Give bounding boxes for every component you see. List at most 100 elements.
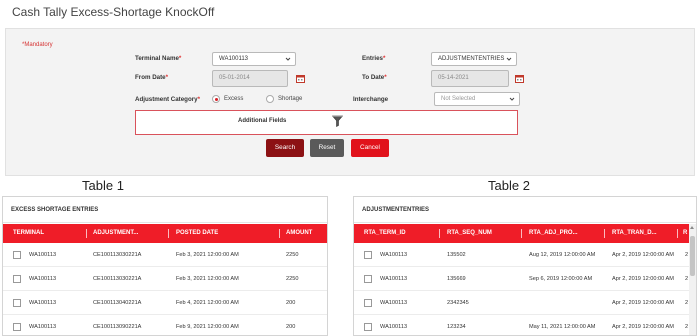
table-row[interactable]: WA100113 CE100113030221A Feb 3, 2021 12:… [3,267,327,291]
chevron-down-icon [509,97,515,101]
table-row[interactable]: WA100113 135669 Sep 6, 2019 12:00:00 AM … [354,267,696,291]
table-row[interactable]: WA100113 135502 Aug 12, 2019 12:00:00 AM… [354,243,696,267]
filter-icon[interactable] [332,115,343,127]
interchange-label: Interchange [353,96,389,103]
column-separator [521,229,522,238]
row-checkbox[interactable] [13,323,21,331]
excess-radio-label: Excess [224,96,244,102]
table-row[interactable]: WA100113 2342345 Apr 2, 2019 12:00:00 AM… [354,291,696,315]
entries-value: ADJUSTMENTENTRIES [438,56,505,62]
table-row[interactable]: WA100113 CE100113030221A Feb 3, 2021 12:… [3,243,327,267]
scrollbar-thumb[interactable] [690,236,695,276]
column-header-rta-term-id[interactable]: RTA_TERM_ID [364,224,406,243]
cell-posted-date: Feb 9, 2021 12:00:00 AM [176,324,239,330]
cell-amount: 2250 [286,252,299,258]
entries-label: Entries* [362,55,386,62]
cell-terminal: WA100113 [29,300,57,306]
cell-r: 2 [685,324,689,330]
cancel-button[interactable]: Cancel [351,139,389,157]
column-header-rta-seq-num[interactable]: RTA_SEQ_NUM [447,224,492,243]
row-checkbox[interactable] [364,275,372,283]
to-date-label: To Date* [362,74,387,81]
interchange-select[interactable]: Not Selected [434,92,520,106]
reset-button[interactable]: Reset [310,139,344,157]
scroll-up-arrow-icon[interactable] [690,226,694,229]
cell-rta-tran-d: Apr 2, 2019 12:00:00 AM [612,324,674,330]
calendar-icon[interactable] [515,74,524,83]
cell-terminal: WA100113 [29,252,57,258]
cell-rta-term-id: WA100113 [380,252,408,258]
adjustment-entries-table: ADJUSTMENTENTRIES RTA_TERM_ID RTA_SEQ_NU… [353,196,697,336]
table-row[interactable]: WA100113 CE100113090221A Feb 9, 2021 12:… [3,315,327,335]
page-title: Cash Tally Excess-Shortage KnockOff [12,5,215,19]
mandatory-note: *Mandatory [22,42,53,48]
cell-rta-seq-num: 135669 [447,276,466,282]
row-checkbox[interactable] [13,299,21,307]
excess-shortage-table: EXCESS SHORTAGE ENTRIES TERMINAL ADJUSTM… [2,196,328,336]
row-checkbox[interactable] [13,251,21,259]
entries-select[interactable]: ADJUSTMENTENTRIES [431,52,517,66]
excess-radio[interactable] [212,95,220,103]
table1-header: TERMINAL ADJUSTMENT... POSTED DATE AMOUN… [3,224,327,243]
column-header-rta-adj-pro[interactable]: RTA_ADJ_PRO... [529,224,578,243]
column-header-r[interactable]: R [683,224,687,243]
additional-fields-label: Additional Fields [238,118,287,124]
table2-header: RTA_TERM_ID RTA_SEQ_NUM RTA_ADJ_PRO... R… [354,224,696,243]
search-button[interactable]: Search [266,139,304,157]
cell-adjustment: CE100113040221A [93,300,142,306]
column-header-posted-date[interactable]: POSTED DATE [176,224,218,243]
cell-terminal: WA100113 [29,324,57,330]
cell-rta-adj-pro: Aug 12, 2019 12:00:00 AM [529,252,596,258]
cell-rta-tran-d: Apr 2, 2019 12:00:00 AM [612,276,674,282]
column-separator [439,229,440,238]
cell-rta-term-id: WA100113 [380,324,408,330]
cell-r: 2 [685,276,689,282]
terminal-name-value: WA100113 [219,56,249,62]
table1-title: EXCESS SHORTAGE ENTRIES [11,207,99,213]
cell-rta-seq-num: 123234 [447,324,466,330]
cell-posted-date: Feb 3, 2021 12:00:00 AM [176,276,239,282]
divider [3,222,327,223]
cell-rta-term-id: WA100113 [380,300,408,306]
column-header-adjustment[interactable]: ADJUSTMENT... [93,224,138,243]
terminal-name-label: Terminal Name* [135,55,182,62]
cell-adjustment: CE100113090221A [93,324,142,330]
search-form-panel [5,28,695,176]
cell-rta-seq-num: 2342345 [447,300,469,306]
calendar-icon[interactable] [296,74,305,83]
cell-rta-seq-num: 135502 [447,252,466,258]
cell-rta-adj-pro: May 11, 2021 12:00:00 AM [529,324,596,330]
table-row[interactable]: WA100113 123234 May 11, 2021 12:00:00 AM… [354,315,696,335]
cell-posted-date: Feb 3, 2021 12:00:00 AM [176,252,239,258]
divider [354,222,696,223]
cell-r: 2 [685,300,689,306]
row-checkbox[interactable] [364,251,372,259]
row-checkbox[interactable] [364,299,372,307]
chevron-down-icon [506,57,512,61]
cell-amount: 200 [286,324,296,330]
column-header-amount[interactable]: AMOUNT [286,224,312,243]
interchange-value: Not Selected [441,96,476,102]
cell-adjustment: CE100113030221A [93,276,142,282]
adjustment-category-label: Adjustment Category* [135,96,200,103]
chevron-down-icon [285,57,291,61]
cell-rta-tran-d: Apr 2, 2019 12:00:00 AM [612,252,674,258]
table2-title: ADJUSTMENTENTRIES [362,207,430,213]
row-checkbox[interactable] [13,275,21,283]
from-date-input[interactable]: 05-01-2014 [212,70,288,87]
row-checkbox[interactable] [364,323,372,331]
shortage-radio[interactable] [266,95,274,103]
cell-amount: 2250 [286,276,299,282]
terminal-name-select[interactable]: WA100113 [212,52,296,66]
column-separator [279,229,280,238]
column-separator [604,229,605,238]
to-date-input[interactable]: 05-14-2021 [431,70,509,87]
additional-fields-panel[interactable]: Additional Fields [135,110,518,135]
column-header-rta-tran-d[interactable]: RTA_TRAN_D... [612,224,657,243]
table-row[interactable]: WA100113 CE100113040221A Feb 4, 2021 12:… [3,291,327,315]
column-header-terminal[interactable]: TERMINAL [13,224,44,243]
table1-caption: Table 1 [82,178,124,193]
vertical-scrollbar[interactable] [689,224,696,335]
cell-posted-date: Feb 4, 2021 12:00:00 AM [176,300,239,306]
cell-terminal: WA100113 [29,276,57,282]
